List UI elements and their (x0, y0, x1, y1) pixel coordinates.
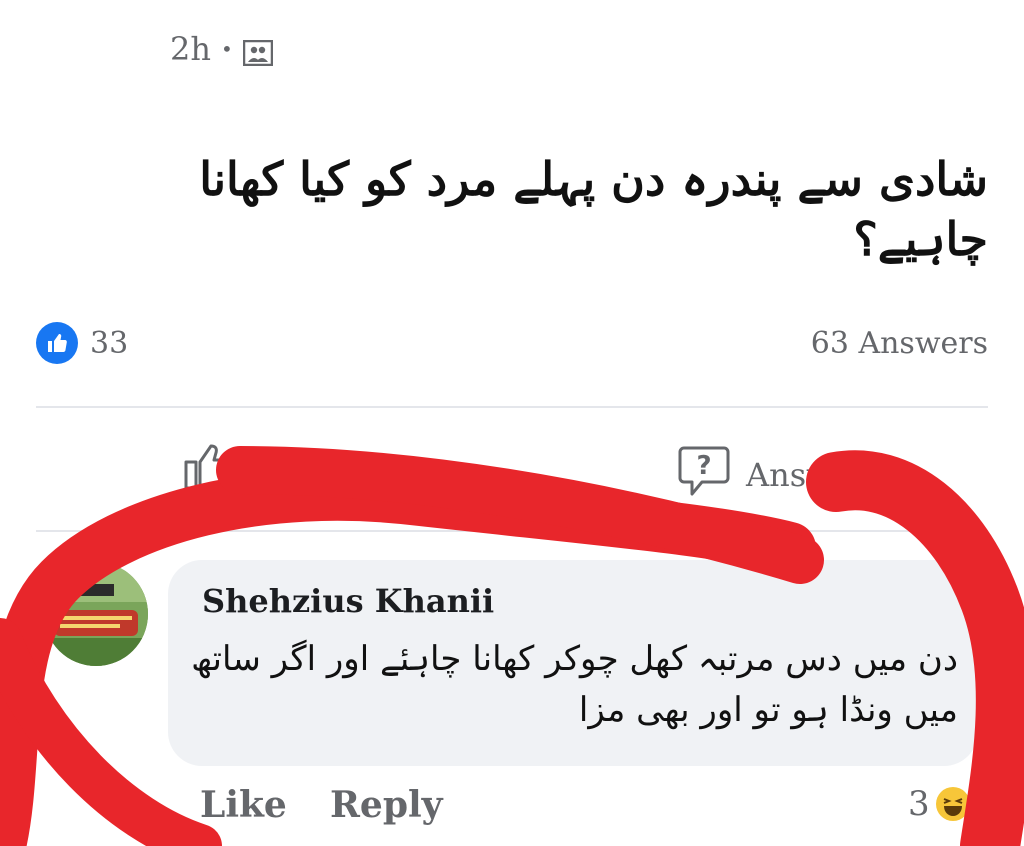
like-count: 33 (90, 325, 129, 361)
question-bubble-icon: ? (676, 444, 732, 506)
comment-reply-button[interactable]: Reply (330, 784, 443, 826)
post-time[interactable]: 2h (170, 30, 211, 68)
post-meta: 2h • (170, 30, 274, 68)
like-label: Like (252, 451, 322, 489)
avatar[interactable] (44, 562, 148, 666)
comment-author[interactable]: Shehzius Khanii (202, 582, 494, 620)
answer-button[interactable]: ? Answ (676, 444, 834, 506)
answers-count[interactable]: 63 Answers (811, 326, 988, 361)
comment-text: دن میں دس مرتبہ کھل چوکر کھانا چاہئے اور… (191, 639, 958, 730)
reaction-count: 3 (908, 784, 930, 824)
divider (36, 406, 988, 408)
svg-text:?: ? (696, 451, 711, 481)
like-summary[interactable]: 33 (36, 322, 128, 364)
comment-reactions[interactable]: 3 (908, 784, 970, 824)
question-text: شادی سے پندرہ دن پہلے مرد کو کیا کھانا چ… (199, 152, 988, 266)
laughing-emoji-icon (935, 787, 970, 821)
like-button[interactable]: Like (180, 440, 322, 500)
photo-icon (242, 36, 274, 67)
answer-label: Answ (746, 456, 834, 494)
meta-separator: • (220, 37, 233, 61)
comment-like-button[interactable]: Like (200, 784, 287, 826)
thumbs-up-icon (36, 322, 78, 364)
thumbs-up-outline-icon (180, 440, 238, 500)
divider (36, 530, 988, 532)
